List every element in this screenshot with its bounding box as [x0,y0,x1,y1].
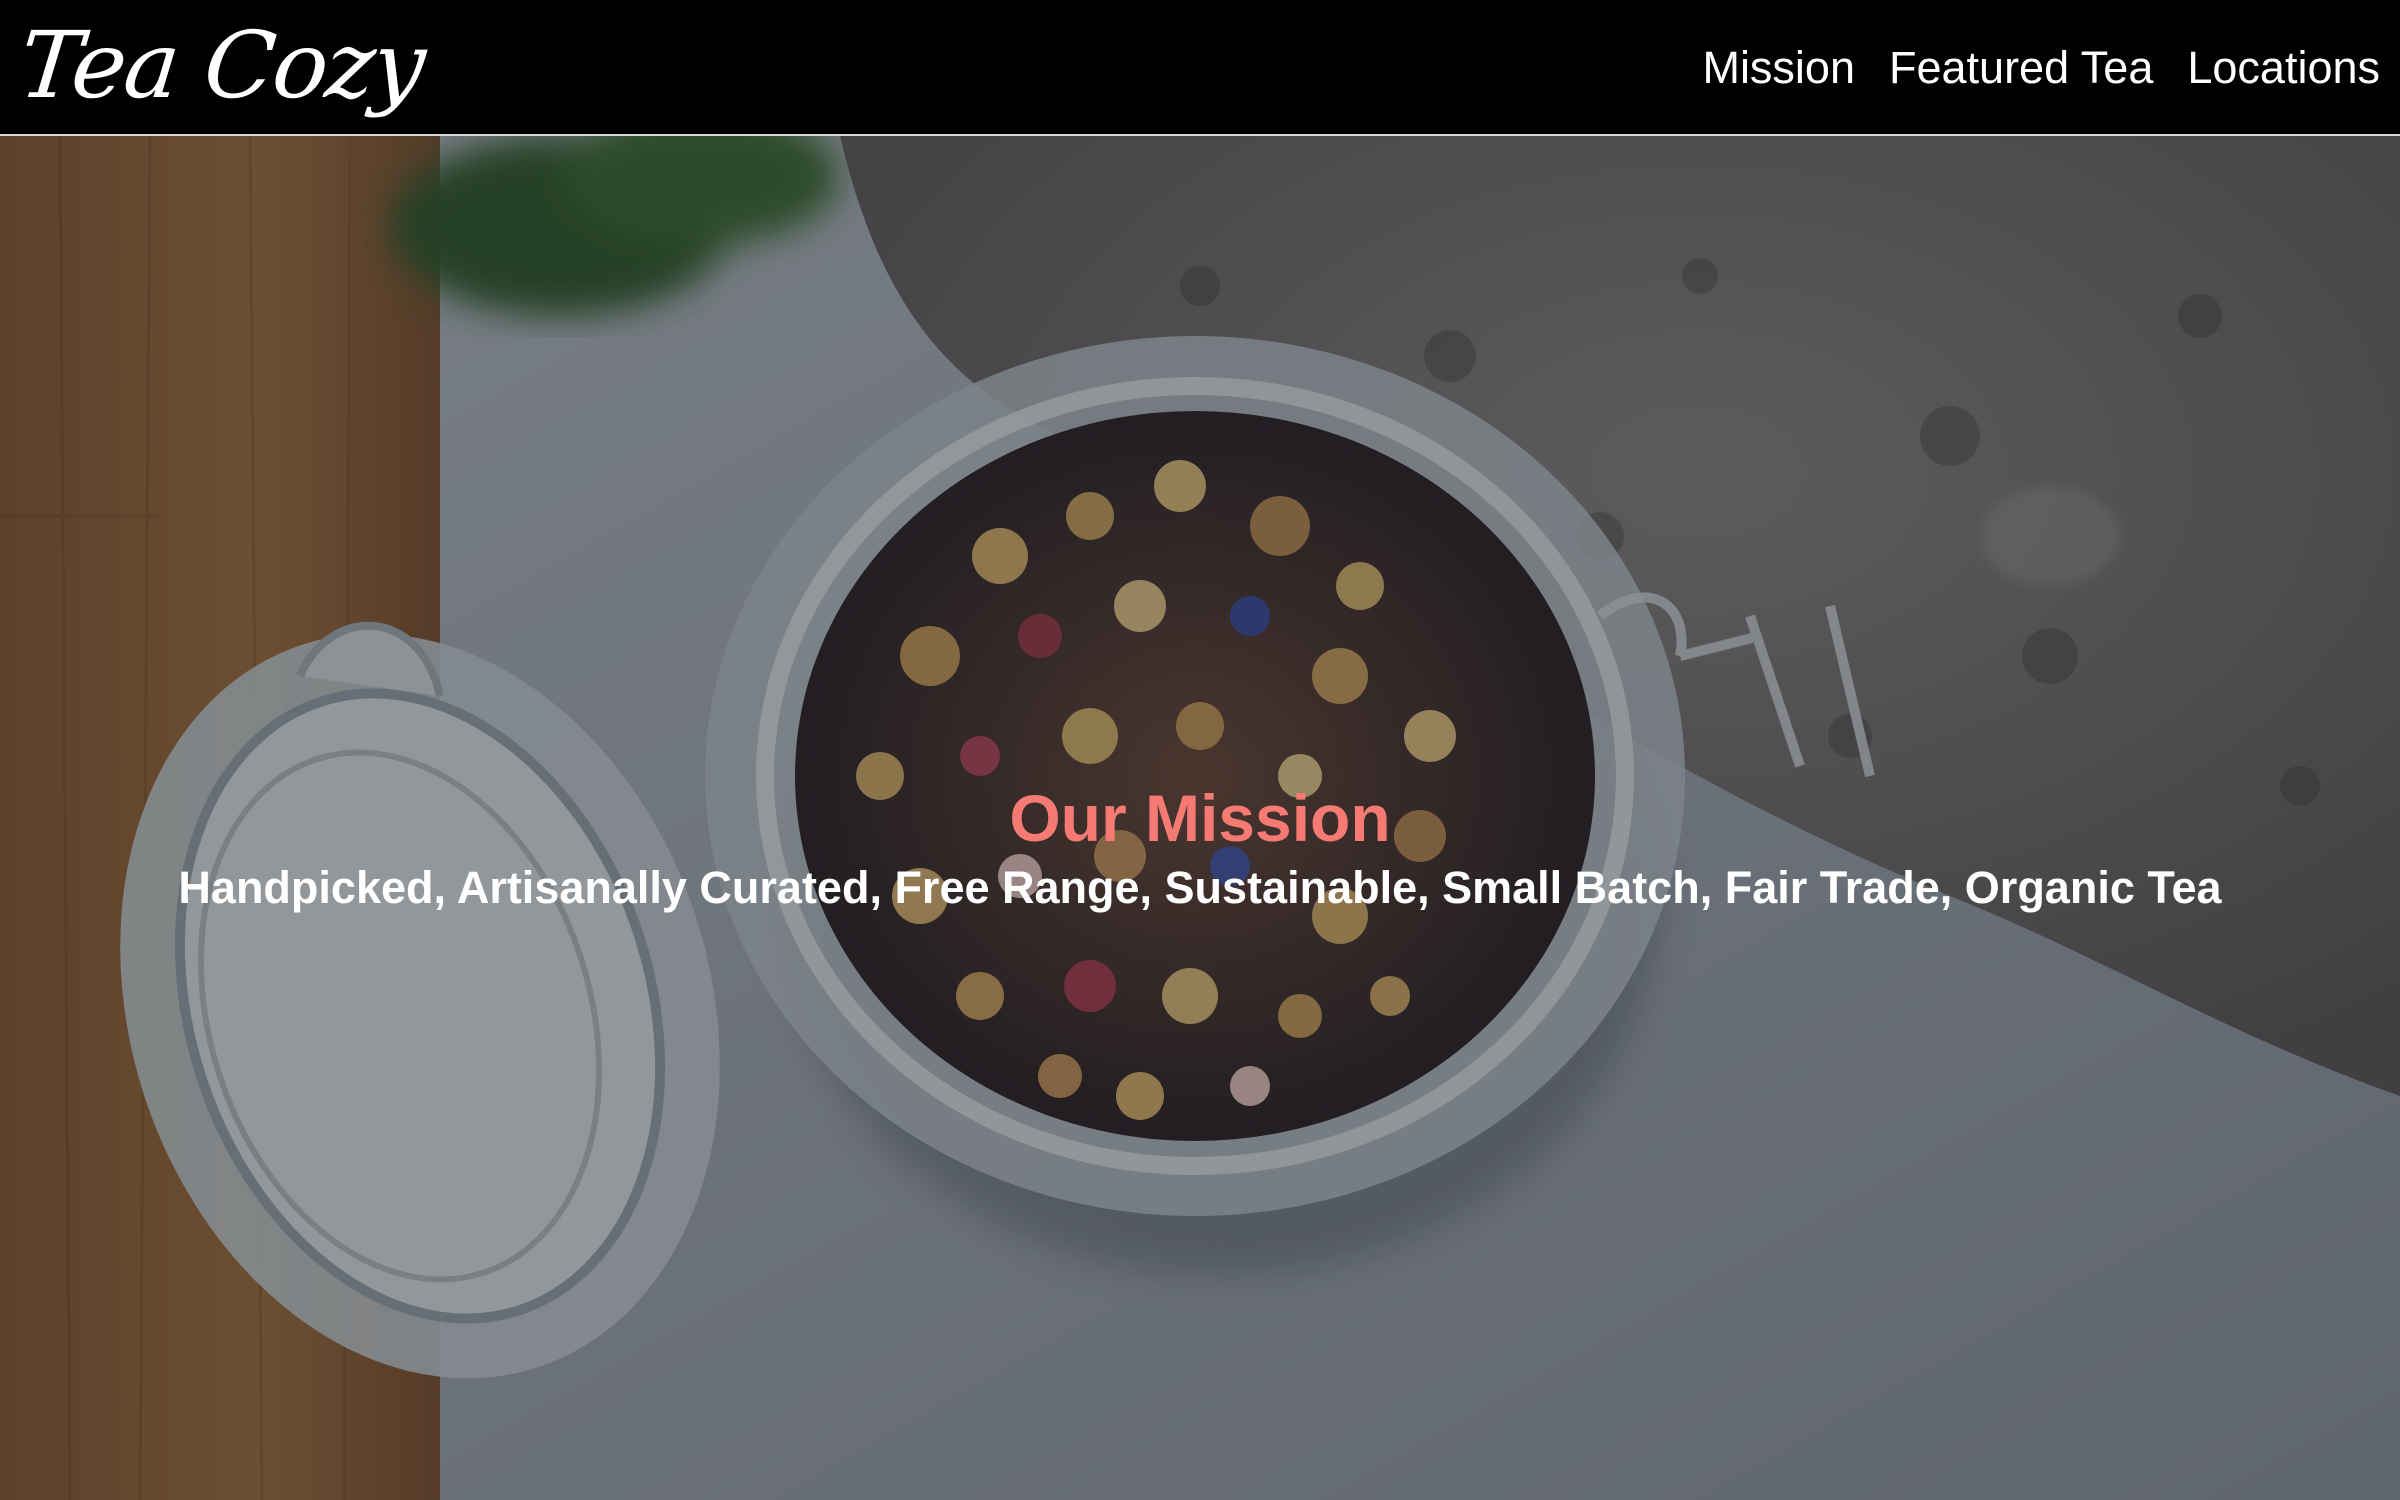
nav-link-locations[interactable]: Locations [2187,42,2380,94]
site-header: Tea Cozy Mission Featured Tea Locations [0,0,2400,136]
mission-text-block: Our Mission Handpicked, Artisanally Cura… [0,780,2400,916]
mission-heading: Our Mission [1009,781,1391,855]
brand-logo[interactable]: Tea Cozy [14,6,430,126]
main-nav: Mission Featured Tea Locations [1702,0,2380,136]
mission-tagline: Handpicked, Artisanally Curated, Free Ra… [178,862,2222,913]
mission-hero: Our Mission Handpicked, Artisanally Cura… [0,136,2400,1500]
nav-link-mission[interactable]: Mission [1702,42,1855,94]
nav-link-featured-tea[interactable]: Featured Tea [1889,42,2153,94]
